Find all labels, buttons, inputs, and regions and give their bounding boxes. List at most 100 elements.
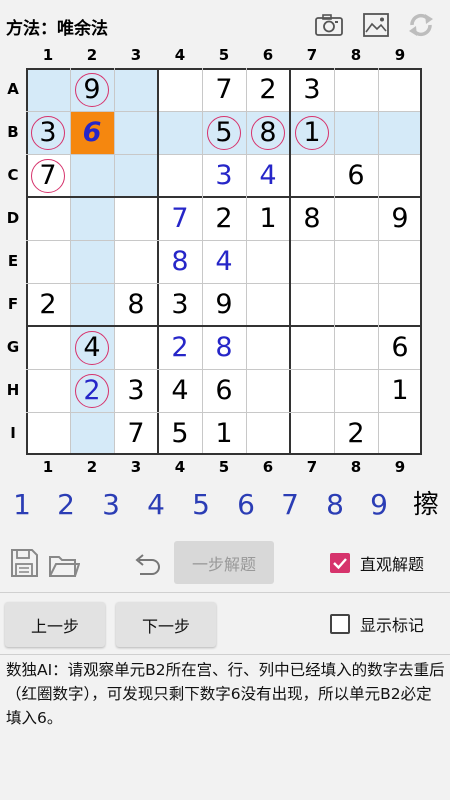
show-marks-toggle[interactable]: 显示标记 [330,610,424,638]
sudoku-cell-a2[interactable]: 9 [70,68,114,111]
sudoku-cell-b9[interactable] [378,111,422,154]
sudoku-cell-f5[interactable]: 9 [202,283,246,326]
undo-icon[interactable] [130,545,164,581]
prev-step-button[interactable]: 上一步 [5,602,105,647]
sudoku-cell-i6[interactable] [246,412,290,455]
sudoku-cell-i3[interactable]: 7 [114,412,158,455]
sudoku-cell-e5[interactable]: 4 [202,240,246,283]
sudoku-cell-g3[interactable] [114,326,158,369]
sudoku-cell-i2[interactable] [70,412,114,455]
sudoku-cell-c2[interactable] [70,154,114,197]
sudoku-cell-g7[interactable] [290,326,334,369]
sudoku-cell-f6[interactable] [246,283,290,326]
sudoku-cell-e3[interactable] [114,240,158,283]
digit-key-2[interactable]: 2 [48,482,84,528]
sudoku-cell-a7[interactable]: 3 [290,68,334,111]
show-marks-checkbox[interactable] [330,614,350,634]
sudoku-cell-e7[interactable] [290,240,334,283]
sudoku-cell-h6[interactable] [246,369,290,412]
sudoku-cell-g9[interactable]: 6 [378,326,422,369]
sudoku-cell-g2[interactable]: 4 [70,326,114,369]
digit-key-9[interactable]: 9 [361,482,397,528]
sudoku-cell-c1[interactable]: 7 [26,154,70,197]
sudoku-cell-c9[interactable] [378,154,422,197]
digit-key-5[interactable]: 5 [183,482,219,528]
sudoku-cell-i5[interactable]: 1 [202,412,246,455]
sudoku-board[interactable]: 9723365817346721898428394286234617512 [26,68,422,455]
sudoku-cell-b8[interactable] [334,111,378,154]
sudoku-cell-d1[interactable] [26,197,70,240]
erase-key[interactable]: 擦 [406,482,446,528]
image-icon[interactable] [361,12,391,38]
sudoku-cell-d8[interactable] [334,197,378,240]
sudoku-cell-g4[interactable]: 2 [158,326,202,369]
sudoku-cell-f8[interactable] [334,283,378,326]
visual-solve-checkbox[interactable] [330,553,350,573]
sudoku-cell-d5[interactable]: 2 [202,197,246,240]
sudoku-cell-g8[interactable] [334,326,378,369]
sudoku-cell-b5[interactable]: 5 [202,111,246,154]
sudoku-cell-b3[interactable] [114,111,158,154]
sudoku-cell-i1[interactable] [26,412,70,455]
sudoku-cell-b1[interactable]: 3 [26,111,70,154]
sudoku-cell-a8[interactable] [334,68,378,111]
sudoku-cell-b4[interactable] [158,111,202,154]
sudoku-cell-b2[interactable]: 6 [70,111,114,154]
digit-key-4[interactable]: 4 [138,482,174,528]
sudoku-cell-d2[interactable] [70,197,114,240]
next-step-button[interactable]: 下一步 [116,602,216,647]
sudoku-cell-a9[interactable] [378,68,422,111]
sudoku-cell-e1[interactable] [26,240,70,283]
sudoku-cell-d3[interactable] [114,197,158,240]
sudoku-cell-e8[interactable] [334,240,378,283]
sudoku-cell-f3[interactable]: 8 [114,283,158,326]
sudoku-cell-g5[interactable]: 8 [202,326,246,369]
sudoku-cell-a5[interactable]: 7 [202,68,246,111]
camera-icon[interactable] [314,12,344,38]
sudoku-cell-a3[interactable] [114,68,158,111]
sudoku-cell-i8[interactable]: 2 [334,412,378,455]
sudoku-cell-i7[interactable] [290,412,334,455]
sudoku-cell-a4[interactable] [158,68,202,111]
sudoku-cell-h7[interactable] [290,369,334,412]
open-folder-icon[interactable] [48,545,80,581]
sudoku-cell-e2[interactable] [70,240,114,283]
sudoku-cell-g1[interactable] [26,326,70,369]
sudoku-cell-d6[interactable]: 1 [246,197,290,240]
sudoku-cell-d9[interactable]: 9 [378,197,422,240]
digit-key-8[interactable]: 8 [317,482,353,528]
sudoku-cell-i4[interactable]: 5 [158,412,202,455]
sudoku-cell-g6[interactable] [246,326,290,369]
sudoku-cell-i9[interactable] [378,412,422,455]
sudoku-cell-f2[interactable] [70,283,114,326]
sudoku-cell-c5[interactable]: 3 [202,154,246,197]
digit-key-6[interactable]: 6 [228,482,264,528]
sudoku-cell-e9[interactable] [378,240,422,283]
sudoku-cell-f7[interactable] [290,283,334,326]
sudoku-cell-h2[interactable]: 2 [70,369,114,412]
sudoku-cell-h8[interactable] [334,369,378,412]
sudoku-cell-a6[interactable]: 2 [246,68,290,111]
sudoku-cell-b6[interactable]: 8 [246,111,290,154]
sudoku-cell-a1[interactable] [26,68,70,111]
sudoku-cell-f9[interactable] [378,283,422,326]
sudoku-cell-c8[interactable]: 6 [334,154,378,197]
sudoku-cell-d4[interactable]: 7 [158,197,202,240]
visual-solve-toggle[interactable]: 直观解题 [330,549,424,577]
sudoku-cell-f4[interactable]: 3 [158,283,202,326]
sudoku-cell-e4[interactable]: 8 [158,240,202,283]
sudoku-cell-d7[interactable]: 8 [290,197,334,240]
digit-key-1[interactable]: 1 [4,482,40,528]
sudoku-cell-c3[interactable] [114,154,158,197]
sudoku-cell-h9[interactable]: 1 [378,369,422,412]
sudoku-cell-c7[interactable] [290,154,334,197]
sudoku-cell-h1[interactable] [26,369,70,412]
sudoku-cell-b7[interactable]: 1 [290,111,334,154]
solve-step-button[interactable]: 一步解题 [174,541,274,584]
sudoku-cell-c6[interactable]: 4 [246,154,290,197]
sudoku-cell-e6[interactable] [246,240,290,283]
refresh-icon[interactable] [406,12,436,38]
digit-key-7[interactable]: 7 [272,482,308,528]
sudoku-cell-c4[interactable] [158,154,202,197]
digit-key-3[interactable]: 3 [93,482,129,528]
